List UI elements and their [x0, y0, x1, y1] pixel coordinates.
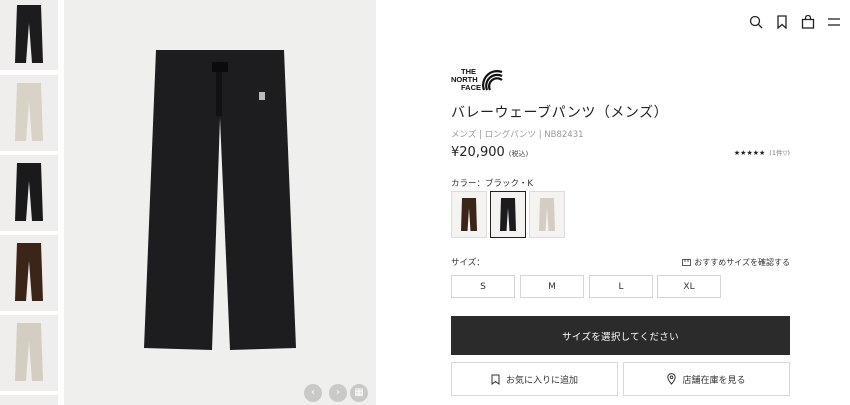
store-stock-label: 店舗在庫を見る: [682, 375, 746, 386]
product-meta: メンズ | ロングパンツ | NB82431: [451, 130, 584, 140]
thumbnail-3[interactable]: [0, 155, 58, 231]
header-icons: [748, 14, 842, 30]
ruler-icon: [682, 259, 692, 266]
add-to-favorites-button[interactable]: お気に入りに追加: [451, 362, 618, 396]
thumb-shape-0: [15, 5, 43, 63]
bookmark-icon[interactable]: [774, 14, 790, 30]
logo-tag: [259, 92, 265, 100]
price-value: ¥20,900: [451, 145, 505, 160]
thumbnail-list: [0, 0, 60, 405]
thumb-shape-3: [15, 243, 43, 301]
main-product-image: ‹ › ▦: [64, 0, 376, 405]
location-pin-icon: [667, 373, 677, 385]
belt-strap: [216, 72, 222, 116]
brand-logo[interactable]: THE NORTH FACE: [451, 66, 503, 96]
add-to-cart-button[interactable]: サイズを選択してください: [451, 316, 790, 355]
size-option-xl[interactable]: XL: [657, 275, 721, 298]
swatch-shape-2: [539, 197, 555, 231]
thumbnail-1[interactable]: [0, 0, 58, 70]
size-option-l[interactable]: L: [589, 275, 653, 298]
store-stock-button[interactable]: 店舗在庫を見る: [623, 362, 790, 396]
pants-thumbnail-icon: [15, 243, 43, 301]
product-price: ¥20,900 (税込): [451, 145, 528, 160]
size-guide-link[interactable]: おすすめサイズを確認する: [682, 257, 790, 268]
color-label: カラー：ブラック・K: [451, 179, 533, 189]
half-dome-mark: [482, 70, 503, 91]
size-option-s[interactable]: S: [451, 275, 515, 298]
swatch-shape-1: [500, 197, 516, 231]
color-swatch-brown[interactable]: [451, 191, 487, 238]
menu-icon[interactable]: [826, 14, 842, 30]
belt-buckle: [212, 62, 228, 72]
favorites-label: お気に入りに追加: [505, 375, 578, 386]
pants-swatch-icon: [539, 197, 555, 231]
color-swatch-black[interactable]: [490, 191, 526, 238]
bookmark-icon: [491, 374, 500, 385]
brand-logo-text-3: FACE: [461, 83, 481, 92]
next-image-button[interactable]: ›: [329, 384, 347, 402]
thumbnail-6[interactable]: [0, 395, 58, 405]
color-swatch-beige[interactable]: [529, 191, 565, 238]
rating[interactable]: ★★★★★ (1件▽): [734, 147, 790, 157]
size-option-m[interactable]: M: [520, 275, 584, 298]
search-icon[interactable]: [748, 14, 764, 30]
thumb-shape-1: [15, 83, 43, 141]
thumb-shape-2: [15, 163, 43, 221]
rating-stars: ★★★★★: [733, 149, 766, 157]
pants-thumbnail-icon: [15, 163, 43, 221]
product-title: バレーウェーブパンツ（メンズ）: [451, 105, 669, 121]
pants-thumbnail-icon: [15, 83, 43, 141]
thumb-shape-4: [15, 323, 43, 381]
pants-image: [144, 50, 296, 350]
pants-swatch-icon: [461, 197, 477, 231]
pants-thumbnail-icon: [15, 5, 43, 63]
pants-thumbnail-icon: [15, 323, 43, 381]
thumbnail-5[interactable]: [0, 315, 58, 391]
grid-view-button[interactable]: ▦: [350, 384, 368, 402]
price-tax-label: (税込): [508, 150, 529, 158]
thumbnail-4[interactable]: [0, 235, 58, 311]
thumbnail-2[interactable]: [0, 75, 58, 151]
size-guide-label: おすすめサイズを確認する: [694, 258, 790, 267]
rating-count: (1件▽): [769, 149, 790, 157]
swatch-shape-0: [461, 197, 477, 231]
size-label: サイズ：: [451, 258, 485, 268]
pants-swatch-icon: [500, 197, 516, 231]
prev-image-button[interactable]: ‹: [304, 384, 322, 402]
bag-icon[interactable]: [800, 14, 816, 30]
